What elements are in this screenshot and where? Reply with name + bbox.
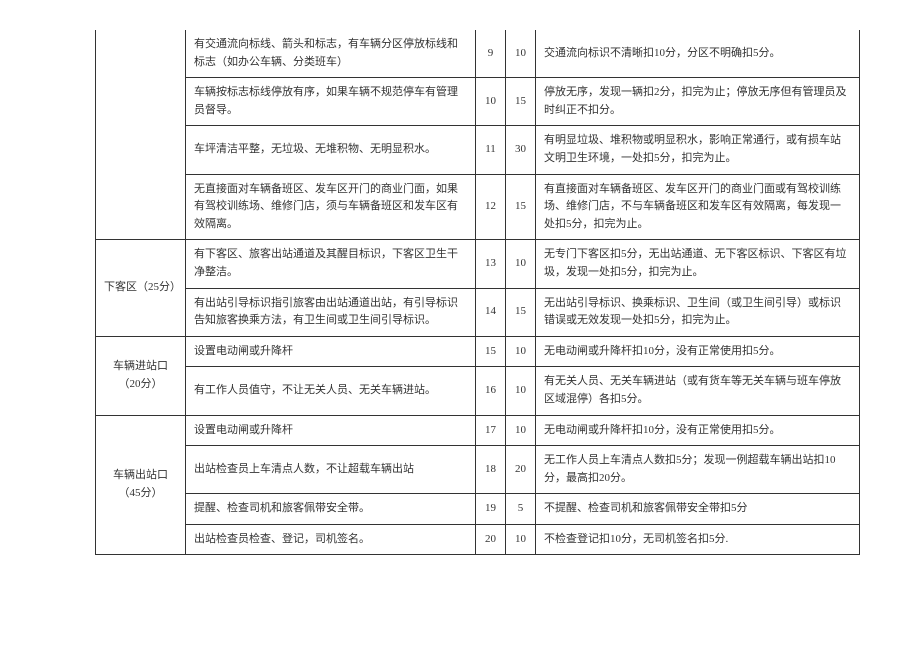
points-cell: 15 bbox=[506, 288, 536, 336]
requirement-cell: 车坪清洁平整，无垃圾、无堆积物、无明显积水。 bbox=[186, 126, 476, 174]
requirement-cell: 有下客区、旅客出站通道及其醒目标识，下客区卫生干净整洁。 bbox=[186, 240, 476, 288]
assessment-table: 有交通流向标线、箭头和标志，有车辆分区停放标线和标志（如办公车辆、分类班车）91… bbox=[95, 30, 860, 555]
table-row: 有交通流向标线、箭头和标志，有车辆分区停放标线和标志（如办公车辆、分类班车）91… bbox=[96, 30, 860, 78]
deduction-cell: 无专门下客区扣5分，无出站通道、无下客区标识、下客区有垃圾，发现一处扣5分，扣完… bbox=[536, 240, 860, 288]
deduction-cell: 不检查登记扣10分，无司机签名扣5分. bbox=[536, 524, 860, 555]
deduction-cell: 有直接面对车辆备班区、发车区开门的商业门面或有驾校训练场、维修门店，不与车辆备班… bbox=[536, 174, 860, 240]
requirement-cell: 提醒、检查司机和旅客佩带安全带。 bbox=[186, 494, 476, 525]
table-row: 车辆按标志标线停放有序，如果车辆不规范停车有管理员督导。1015停放无序，发现一… bbox=[96, 78, 860, 126]
index-cell: 10 bbox=[476, 78, 506, 126]
category-cell: 车辆进站口（20分） bbox=[96, 336, 186, 415]
points-cell: 15 bbox=[506, 78, 536, 126]
index-cell: 15 bbox=[476, 336, 506, 367]
requirement-cell: 出站检查员上车清点人数，不让超载车辆出站 bbox=[186, 446, 476, 494]
category-cell: 下客区（25分） bbox=[96, 240, 186, 336]
index-cell: 12 bbox=[476, 174, 506, 240]
table-row: 下客区（25分）有下客区、旅客出站通道及其醒目标识，下客区卫生干净整洁。1310… bbox=[96, 240, 860, 288]
table-row: 车坪清洁平整，无垃圾、无堆积物、无明显积水。1130有明显垃圾、堆积物或明显积水… bbox=[96, 126, 860, 174]
deduction-cell: 停放无序，发现一辆扣2分，扣完为止；停放无序但有管理员及时纠正不扣分。 bbox=[536, 78, 860, 126]
points-cell: 10 bbox=[506, 240, 536, 288]
table-row: 提醒、检查司机和旅客佩带安全带。195不提醒、检查司机和旅客佩带安全带扣5分 bbox=[96, 494, 860, 525]
index-cell: 18 bbox=[476, 446, 506, 494]
table-row: 无直接面对车辆备班区、发车区开门的商业门面，如果有驾校训练场、维修门店，须与车辆… bbox=[96, 174, 860, 240]
deduction-cell: 有无关人员、无关车辆进站（或有货车等无关车辆与班车停放区域混停）各扣5分。 bbox=[536, 367, 860, 415]
index-cell: 20 bbox=[476, 524, 506, 555]
requirement-cell: 有交通流向标线、箭头和标志，有车辆分区停放标线和标志（如办公车辆、分类班车） bbox=[186, 30, 476, 78]
points-cell: 10 bbox=[506, 30, 536, 78]
table-row: 有工作人员值守，不让无关人员、无关车辆进站。1610有无关人员、无关车辆进站（或… bbox=[96, 367, 860, 415]
table-row: 车辆进站口（20分）设置电动闸或升降杆1510无电动闸或升降杆扣10分，没有正常… bbox=[96, 336, 860, 367]
requirement-cell: 有出站引导标识指引旅客由出站通道出站，有引导标识告知旅客换乘方法，有卫生间或卫生… bbox=[186, 288, 476, 336]
table-row: 出站检查员上车清点人数，不让超载车辆出站1820无工作人员上车清点人数扣5分；发… bbox=[96, 446, 860, 494]
points-cell: 15 bbox=[506, 174, 536, 240]
table-row: 出站检查员检查、登记，司机签名。2010不检查登记扣10分，无司机签名扣5分. bbox=[96, 524, 860, 555]
table-row: 有出站引导标识指引旅客由出站通道出站，有引导标识告知旅客换乘方法，有卫生间或卫生… bbox=[96, 288, 860, 336]
index-cell: 14 bbox=[476, 288, 506, 336]
requirement-cell: 车辆按标志标线停放有序，如果车辆不规范停车有管理员督导。 bbox=[186, 78, 476, 126]
category-cell bbox=[96, 30, 186, 240]
points-cell: 30 bbox=[506, 126, 536, 174]
deduction-cell: 不提醒、检查司机和旅客佩带安全带扣5分 bbox=[536, 494, 860, 525]
points-cell: 10 bbox=[506, 524, 536, 555]
points-cell: 20 bbox=[506, 446, 536, 494]
index-cell: 16 bbox=[476, 367, 506, 415]
requirement-cell: 有工作人员值守，不让无关人员、无关车辆进站。 bbox=[186, 367, 476, 415]
deduction-cell: 无出站引导标识、换乘标识、卫生间（或卫生间引导）或标识错误或无效发现一处扣5分，… bbox=[536, 288, 860, 336]
points-cell: 5 bbox=[506, 494, 536, 525]
deduction-cell: 交通流向标识不清晰扣10分，分区不明确扣5分。 bbox=[536, 30, 860, 78]
requirement-cell: 出站检查员检查、登记，司机签名。 bbox=[186, 524, 476, 555]
requirement-cell: 无直接面对车辆备班区、发车区开门的商业门面，如果有驾校训练场、维修门店，须与车辆… bbox=[186, 174, 476, 240]
index-cell: 17 bbox=[476, 415, 506, 446]
points-cell: 10 bbox=[506, 336, 536, 367]
index-cell: 11 bbox=[476, 126, 506, 174]
category-cell: 车辆出站口（45分） bbox=[96, 415, 186, 555]
requirement-cell: 设置电动闸或升降杆 bbox=[186, 415, 476, 446]
index-cell: 13 bbox=[476, 240, 506, 288]
table-row: 车辆出站口（45分）设置电动闸或升降杆1710无电动闸或升降杆扣10分，没有正常… bbox=[96, 415, 860, 446]
deduction-cell: 无电动闸或升降杆扣10分，没有正常使用扣5分。 bbox=[536, 415, 860, 446]
index-cell: 9 bbox=[476, 30, 506, 78]
requirement-cell: 设置电动闸或升降杆 bbox=[186, 336, 476, 367]
deduction-cell: 无工作人员上车清点人数扣5分；发现一例超载车辆出站扣10分，最高扣20分。 bbox=[536, 446, 860, 494]
points-cell: 10 bbox=[506, 367, 536, 415]
points-cell: 10 bbox=[506, 415, 536, 446]
deduction-cell: 有明显垃圾、堆积物或明显积水，影响正常通行，或有损车站文明卫生环境，一处扣5分，… bbox=[536, 126, 860, 174]
index-cell: 19 bbox=[476, 494, 506, 525]
deduction-cell: 无电动闸或升降杆扣10分，没有正常使用扣5分。 bbox=[536, 336, 860, 367]
